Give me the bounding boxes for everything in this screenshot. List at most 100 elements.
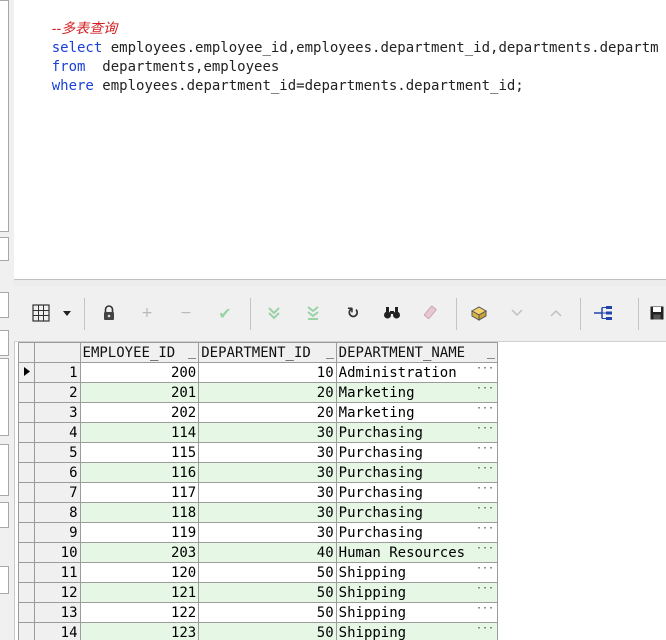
cell-department-name[interactable]: Purchasing ··· bbox=[335, 462, 498, 483]
cell-department-id[interactable]: 50 bbox=[198, 622, 337, 640]
row-indicator[interactable] bbox=[18, 622, 36, 640]
cell-expand-icon[interactable]: ··· bbox=[476, 584, 494, 595]
cell-department-name[interactable]: Purchasing ··· bbox=[335, 422, 498, 443]
lock-icon[interactable] bbox=[98, 302, 120, 324]
cell-expand-icon[interactable]: ··· bbox=[476, 484, 494, 495]
cell-employee-id[interactable]: 116 bbox=[79, 462, 200, 483]
cell-expand-icon[interactable]: ··· bbox=[476, 544, 494, 555]
cell-department-name[interactable]: Purchasing ··· bbox=[335, 522, 498, 543]
refresh-icon[interactable]: ↻ bbox=[342, 302, 364, 324]
table-row[interactable]: 1 200 10 Administration ··· bbox=[18, 362, 498, 383]
column-header-employee-id[interactable]: EMPLOYEE_ID bbox=[79, 342, 200, 363]
left-panel-button[interactable] bbox=[0, 292, 9, 318]
cell-expand-icon[interactable]: ··· bbox=[476, 524, 494, 535]
cell-expand-icon[interactable]: ··· bbox=[476, 424, 494, 435]
table-row[interactable]: 12 121 50 Shipping ··· bbox=[18, 582, 498, 603]
cell-department-name[interactable]: Administration ··· bbox=[335, 362, 498, 383]
cell-employee-id[interactable]: 203 bbox=[79, 542, 200, 563]
last-record-icon[interactable] bbox=[302, 302, 324, 324]
results-grid[interactable]: EMPLOYEE_ID DEPARTMENT_ID DEPARTMENT_NAM… bbox=[18, 342, 498, 640]
row-indicator[interactable] bbox=[18, 422, 36, 443]
corner-cell[interactable] bbox=[18, 342, 36, 363]
cell-employee-id[interactable]: 202 bbox=[79, 402, 200, 423]
row-indicator[interactable] bbox=[18, 442, 36, 463]
cell-department-id[interactable]: 50 bbox=[198, 602, 337, 623]
export-icon[interactable] bbox=[468, 302, 490, 324]
table-row[interactable]: 3 202 20 Marketing ··· bbox=[18, 402, 498, 423]
row-indicator[interactable] bbox=[18, 382, 36, 403]
grid-icon[interactable] bbox=[30, 302, 52, 324]
sql-editor[interactable]: --多表查询 select employees.employee_id,empl… bbox=[14, 0, 666, 279]
cell-employee-id[interactable]: 117 bbox=[79, 482, 200, 503]
row-indicator[interactable] bbox=[18, 462, 36, 483]
cell-department-id[interactable]: 30 bbox=[198, 462, 337, 483]
tree-icon[interactable] bbox=[592, 302, 614, 324]
cell-department-id[interactable]: 30 bbox=[198, 482, 337, 503]
cell-department-name[interactable]: Purchasing ··· bbox=[335, 502, 498, 523]
move-up-icon[interactable] bbox=[545, 302, 567, 324]
cell-department-name[interactable]: Marketing ··· bbox=[335, 402, 498, 423]
cell-department-id[interactable]: 50 bbox=[198, 582, 337, 603]
row-indicator[interactable] bbox=[18, 522, 36, 543]
cell-expand-icon[interactable]: ··· bbox=[476, 384, 494, 395]
post-check-icon[interactable]: ✔ bbox=[214, 302, 236, 324]
row-indicator[interactable] bbox=[18, 582, 36, 603]
cell-department-name[interactable]: Human Resources ··· bbox=[335, 542, 498, 563]
cell-department-id[interactable]: 40 bbox=[198, 542, 337, 563]
cell-department-id[interactable]: 30 bbox=[198, 422, 337, 443]
current-row-indicator[interactable] bbox=[18, 362, 36, 383]
table-row[interactable]: 9 119 30 Purchasing ··· bbox=[18, 522, 498, 543]
cell-department-id[interactable]: 30 bbox=[198, 522, 337, 543]
cell-department-id[interactable]: 20 bbox=[198, 382, 337, 403]
table-row[interactable]: 7 117 30 Purchasing ··· bbox=[18, 482, 498, 503]
table-row[interactable]: 8 118 30 Purchasing ··· bbox=[18, 502, 498, 523]
cell-department-name[interactable]: Shipping ··· bbox=[335, 562, 498, 583]
cell-expand-icon[interactable]: ··· bbox=[476, 624, 494, 635]
add-icon[interactable]: + bbox=[136, 302, 158, 324]
cell-department-id[interactable]: 20 bbox=[198, 402, 337, 423]
move-down-icon[interactable] bbox=[506, 302, 528, 324]
cell-department-id[interactable]: 10 bbox=[198, 362, 337, 383]
clear-icon[interactable] bbox=[420, 302, 442, 324]
table-row[interactable]: 10 203 40 Human Resources ··· bbox=[18, 542, 498, 563]
row-indicator[interactable] bbox=[18, 542, 36, 563]
row-indicator[interactable] bbox=[18, 482, 36, 503]
row-indicator[interactable] bbox=[18, 502, 36, 523]
cell-expand-icon[interactable]: ··· bbox=[476, 464, 494, 475]
cell-employee-id[interactable]: 200 bbox=[79, 362, 200, 383]
cell-expand-icon[interactable]: ··· bbox=[476, 564, 494, 575]
dropdown-arrow-icon[interactable] bbox=[60, 302, 74, 324]
table-row[interactable]: 11 120 50 Shipping ··· bbox=[18, 562, 498, 583]
cell-expand-icon[interactable]: ··· bbox=[476, 604, 494, 615]
cell-department-name[interactable]: Shipping ··· bbox=[335, 622, 498, 640]
cell-employee-id[interactable]: 120 bbox=[79, 562, 200, 583]
cell-employee-id[interactable]: 123 bbox=[79, 622, 200, 640]
cell-department-id[interactable]: 50 bbox=[198, 562, 337, 583]
cell-employee-id[interactable]: 122 bbox=[79, 602, 200, 623]
table-row[interactable]: 5 115 30 Purchasing ··· bbox=[18, 442, 498, 463]
cell-department-id[interactable]: 30 bbox=[198, 502, 337, 523]
left-panel-button[interactable] bbox=[0, 237, 9, 261]
cell-department-name[interactable]: Purchasing ··· bbox=[335, 442, 498, 463]
remove-icon[interactable]: − bbox=[175, 302, 197, 324]
left-panel-button[interactable] bbox=[0, 566, 9, 594]
cell-expand-icon[interactable]: ··· bbox=[476, 404, 494, 415]
cell-expand-icon[interactable]: ··· bbox=[476, 364, 494, 375]
left-panel-button[interactable] bbox=[0, 502, 9, 528]
save-icon[interactable] bbox=[646, 302, 666, 324]
cell-department-name[interactable]: Shipping ··· bbox=[335, 602, 498, 623]
cell-department-name[interactable]: Shipping ··· bbox=[335, 582, 498, 603]
column-menu-icon[interactable] bbox=[188, 353, 197, 359]
find-icon[interactable] bbox=[381, 302, 403, 324]
cell-employee-id[interactable]: 121 bbox=[79, 582, 200, 603]
table-row[interactable]: 2 201 20 Marketing ··· bbox=[18, 382, 498, 403]
column-menu-icon[interactable] bbox=[487, 353, 495, 359]
cell-employee-id[interactable]: 114 bbox=[79, 422, 200, 443]
left-panel-button[interactable] bbox=[0, 330, 9, 356]
cell-department-id[interactable]: 30 bbox=[198, 442, 337, 463]
cell-expand-icon[interactable]: ··· bbox=[476, 504, 494, 515]
cell-employee-id[interactable]: 201 bbox=[79, 382, 200, 403]
row-indicator[interactable] bbox=[18, 602, 36, 623]
column-header-department-id[interactable]: DEPARTMENT_ID bbox=[198, 342, 337, 363]
table-row[interactable]: 14 123 50 Shipping ··· bbox=[18, 622, 498, 640]
